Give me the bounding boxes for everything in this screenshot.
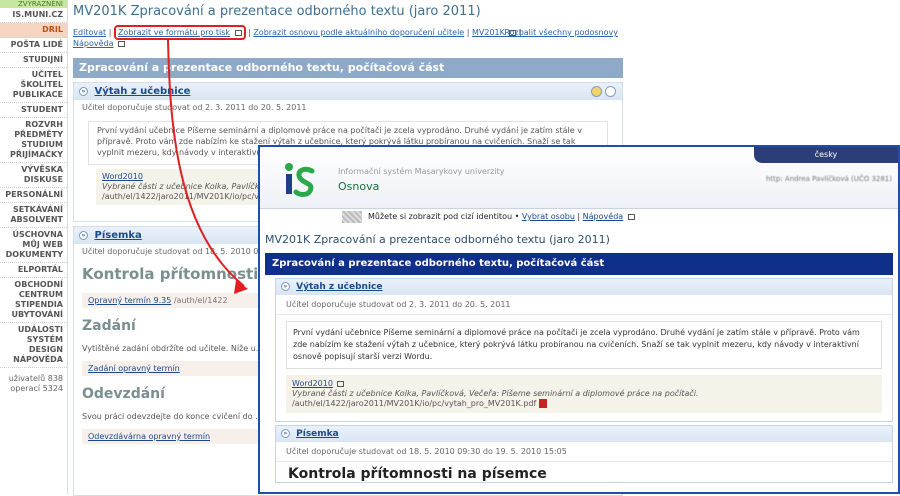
block-recommendation: Učitel doporučuje studovat od 2. 3. 2011…: [82, 103, 307, 112]
action-bar: Editovat | Zobrazit ve formátu pro tisk …: [73, 25, 623, 49]
block-header: » Výtah z učebnice: [276, 279, 892, 295]
external-link-icon: [234, 29, 242, 36]
window-section-heading: Zpracování a prezentace odborného textu,…: [265, 253, 893, 275]
sidebar-item-posta[interactable]: POŠTA LIDÉ: [0, 38, 67, 53]
language-tab[interactable]: česky: [754, 147, 898, 163]
sidebar-item-personalni[interactable]: PERSONÁLNÍ: [0, 188, 67, 203]
clock-icon[interactable]: [605, 85, 616, 97]
external-link-icon: [118, 40, 126, 47]
help-link[interactable]: Nápověda: [73, 39, 114, 48]
sidebar-item-elportal[interactable]: ELPORTÁL: [0, 263, 67, 278]
block-title-link[interactable]: Výtah z učebnice: [94, 86, 190, 97]
system-name: Informační systém Masarykovy univerzity: [338, 167, 505, 176]
window-block-pisemka: » Písemka Učitel doporučuje studovat od …: [275, 425, 893, 483]
window-header: česky Informační systém Masarykovy unive…: [260, 147, 898, 209]
block-title-link[interactable]: Písemka: [94, 230, 141, 241]
block-text: První vydání učebnice Píšeme seminární a…: [286, 321, 882, 369]
sidebar-item-student[interactable]: STUDENT: [0, 103, 67, 118]
sidebar-item-is[interactable]: IS.MUNI.CZ: [0, 8, 67, 23]
sidebar-stats: uživatelů 838 operací 5324: [0, 368, 67, 394]
collapse-arrow-icon[interactable]: »: [79, 230, 88, 240]
sidebar-top-label: ZVÝRAZNĚNÍ: [0, 0, 67, 8]
file-path: /auth/el/1422/jaro2011/MV201K/io/pc/vyta…: [292, 399, 537, 408]
expand-all-link[interactable]: Rozbalit všechny podosnovy: [504, 27, 618, 38]
sidebar-item-obchodni[interactable]: OBCHODNÍ CENTRUM STIPENDIA UBYTOVÁNÍ: [0, 278, 67, 323]
collapse-arrow-icon[interactable]: »: [79, 86, 88, 96]
block-heading: Kontrola přítomnosti na písemce: [288, 466, 547, 482]
assignment-link[interactable]: Zadání opravný termín: [88, 364, 180, 373]
is-logo-icon: [285, 163, 315, 197]
edit-link[interactable]: Editovat: [73, 28, 106, 37]
file-entry: Word2010 Vybrané části z učebnice Kolka,…: [286, 375, 882, 413]
file-link[interactable]: Word2010: [102, 172, 143, 181]
window-course-title: MV201K Zpracování a prezentace odborného…: [265, 233, 610, 246]
course-link[interactable]: MV201K: [472, 28, 505, 37]
external-link-icon: [337, 380, 345, 387]
collapse-arrow-icon[interactable]: »: [281, 282, 290, 291]
file-description: Vybrané části z učebnice Kolka, Pavlíčko…: [292, 389, 699, 398]
sidebar-item-ucitel[interactable]: UČITEL ŠKOLITEL PUBLIKACE: [0, 68, 67, 103]
sidebar-item-studijni[interactable]: STUDIJNÍ: [0, 53, 67, 68]
sidebar-item-vyveska[interactable]: VÝVĚSKA DISKUSE: [0, 163, 67, 188]
current-recommendation-link[interactable]: Zobrazit osnovu podle aktuálního doporuč…: [253, 28, 464, 37]
info-icon[interactable]: [590, 85, 602, 97]
block-header: » Písemka: [276, 426, 892, 442]
window-page-name: Osnova: [338, 180, 380, 193]
window-block-vytah: » Výtah z učebnice Učitel doporučuje stu…: [275, 278, 893, 422]
users-count: uživatelů 838: [8, 374, 63, 383]
sidebar-item-rozvrh[interactable]: ROZVRH PŘEDMĚTY STUDIUM PŘIJÍMAČKY: [0, 118, 67, 163]
choose-person-link[interactable]: Vybrat osobu: [522, 212, 575, 221]
identity-bar: Můžete si zobrazit pod cizí identitou • …: [260, 209, 898, 225]
block-title-link[interactable]: Písemka: [296, 429, 339, 439]
section-heading: Zpracování a prezentace odborného textu,…: [73, 58, 623, 78]
page-title: MV201K Zpracování a prezentace odborného…: [73, 4, 481, 19]
retry-term-link[interactable]: Opravný termín 9.35: [88, 296, 171, 305]
sidebar: ZVÝRAZNĚNÍ IS.MUNI.CZ DRIL POŠTA LIDÉ ST…: [0, 0, 67, 494]
pdf-icon: [538, 399, 547, 408]
sidebar-item-setkavani[interactable]: SETKÁVÁNÍ ABSOLVENT: [0, 203, 67, 228]
block-header: » Výtah z učebnice: [74, 83, 622, 100]
block-recommendation: Učitel doporučuje studovat od 18. 5. 201…: [276, 442, 892, 462]
identity-thumbnail: [342, 211, 362, 223]
file-link[interactable]: Word2010: [292, 379, 333, 388]
print-format-link[interactable]: Zobrazit ve formátu pro tisk: [118, 28, 230, 37]
identity-text: Můžete si zobrazit pod cizí identitou •: [368, 212, 520, 221]
sidebar-item-uschovna[interactable]: ÚSCHOVNA MŮJ WEB DOKUMENTY: [0, 228, 67, 263]
window-help-link[interactable]: Nápověda: [583, 212, 624, 221]
block-title-link[interactable]: Výtah z učebnice: [296, 282, 382, 292]
sidebar-item-dril[interactable]: DRIL: [0, 23, 67, 38]
external-link-icon: [627, 213, 635, 220]
block-tools: [590, 83, 616, 100]
submission-link[interactable]: Odevzdávárna opravný termín: [88, 432, 210, 441]
collapse-arrow-icon[interactable]: »: [281, 429, 290, 438]
block-recommendation: Učitel doporučuje studovat od 2. 3. 2011…: [276, 295, 892, 315]
print-preview-window: česky Informační systém Masarykovy unive…: [258, 145, 900, 494]
user-info: http: Andrea Pavlíčková (UČO 3281): [765, 175, 892, 183]
file-path: /auth/el/1422: [173, 296, 228, 305]
print-highlight: Zobrazit ve formátu pro tisk: [113, 25, 246, 40]
ops-count: operací 5324: [10, 384, 63, 393]
sidebar-item-udalosti[interactable]: UDÁLOSTI SYSTÉM DESIGN NÁPOVĚDA: [0, 323, 67, 368]
